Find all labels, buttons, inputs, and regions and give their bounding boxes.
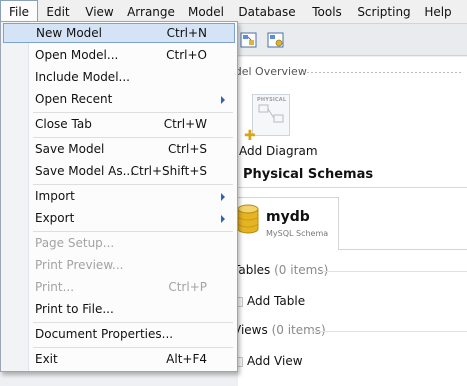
- menu-separator: [33, 231, 233, 232]
- file-menu-dropdown: New Model Ctrl+N Open Model... Ctrl+O In…: [0, 21, 238, 372]
- menu-item-open-recent[interactable]: Open Recent: [3, 89, 235, 109]
- menu-item-export[interactable]: Export: [3, 208, 235, 228]
- database-icon: [236, 203, 260, 235]
- menu-separator: [33, 347, 233, 348]
- menu-item-label: Save Model: [35, 142, 105, 156]
- menu-item-label: Export: [35, 211, 75, 225]
- menu-item-import[interactable]: Import: [3, 186, 235, 206]
- chevron-right-icon: [221, 193, 225, 201]
- add-view-button[interactable]: Add View: [247, 354, 303, 368]
- menu-scripting[interactable]: Scripting: [351, 0, 417, 24]
- views-label: Views: [233, 323, 268, 337]
- menu-item-shortcut: Ctrl+O: [166, 48, 207, 62]
- menu-help[interactable]: Help: [417, 0, 459, 24]
- menu-item-label: Page Setup...: [35, 236, 115, 250]
- menu-item-print-to-file[interactable]: Print to File...: [3, 299, 235, 319]
- menu-separator: [33, 112, 233, 113]
- physical-schemas-title: Physical Schemas: [243, 167, 374, 182]
- menu-item-new-model[interactable]: New Model Ctrl+N: [3, 23, 235, 43]
- menu-item-shortcut: Ctrl+P: [168, 280, 207, 294]
- menu-item-shortcut: Ctrl+S: [167, 142, 207, 156]
- chevron-right-icon: [221, 215, 225, 223]
- views-group-header[interactable]: Views (0 items): [233, 323, 326, 337]
- menu-item-label: New Model: [36, 26, 103, 40]
- menu-item-print[interactable]: Print... Ctrl+P: [3, 277, 235, 297]
- tables-count: (0 items): [274, 263, 329, 277]
- menu-item-label: Save Model As...: [35, 164, 135, 178]
- menu-item-label: Print...: [35, 280, 75, 294]
- menu-item-label: Print to File...: [35, 302, 114, 316]
- add-table-button[interactable]: Add Table: [247, 294, 305, 308]
- menu-item-save-model[interactable]: Save Model Ctrl+S: [3, 139, 235, 159]
- menu-item-page-setup[interactable]: Page Setup...: [3, 233, 235, 253]
- menu-database[interactable]: Database: [231, 0, 303, 24]
- header-divider: [302, 71, 462, 74]
- menu-item-open-model[interactable]: Open Model... Ctrl+O: [3, 45, 235, 65]
- menu-item-document-properties[interactable]: Document Properties...: [3, 324, 235, 344]
- add-diagram-icon[interactable]: PHYSICAL: [252, 94, 290, 136]
- menu-item-label: Exit: [35, 352, 58, 366]
- plus-icon: ✚: [244, 128, 256, 144]
- menu-item-label: Close Tab: [35, 117, 92, 131]
- diagram-grid-icon[interactable]: [239, 30, 259, 50]
- menu-separator: [33, 322, 233, 323]
- schema-type: MySQL Schema: [266, 229, 329, 238]
- menu-item-include-model[interactable]: Include Model...: [3, 67, 235, 87]
- menu-item-shortcut: Ctrl+Shift+S: [130, 164, 207, 178]
- menu-separator: [33, 137, 233, 138]
- menu-item-print-preview[interactable]: Print Preview...: [3, 255, 235, 275]
- menu-item-shortcut: Ctrl+W: [163, 117, 207, 131]
- menu-item-label: Include Model...: [35, 70, 130, 84]
- tables-group-header[interactable]: Tables (0 items): [233, 263, 328, 277]
- chevron-right-icon: [221, 96, 225, 104]
- menu-separator: [33, 184, 233, 185]
- menu-item-shortcut: Ctrl+N: [166, 26, 207, 40]
- views-count: (0 items): [271, 323, 326, 337]
- schema-tab-baseline: [339, 249, 467, 250]
- menu-item-save-model-as[interactable]: Save Model As... Ctrl+Shift+S: [3, 161, 235, 181]
- menu-item-close-tab[interactable]: Close Tab Ctrl+W: [3, 114, 235, 134]
- menu-tools[interactable]: Tools: [303, 0, 351, 24]
- tables-divider: [320, 271, 467, 272]
- views-divider: [312, 331, 467, 332]
- menu-item-shortcut: Alt+F4: [166, 352, 207, 366]
- add-diagram-label[interactable]: Add Diagram: [239, 144, 318, 158]
- menu-item-label: Import: [35, 189, 75, 203]
- menu-item-label: Document Properties...: [35, 327, 174, 341]
- menu-item-label: Print Preview...: [35, 258, 124, 272]
- menu-item-label: Open Model...: [35, 48, 119, 62]
- diagram-settings-icon[interactable]: [266, 30, 286, 50]
- schema-name: mydb: [266, 209, 310, 225]
- menu-item-exit[interactable]: Exit Alt+F4: [3, 349, 235, 369]
- menu-item-label: Open Recent: [35, 92, 113, 106]
- section-divider: [236, 187, 467, 188]
- tables-label: Tables: [233, 263, 271, 277]
